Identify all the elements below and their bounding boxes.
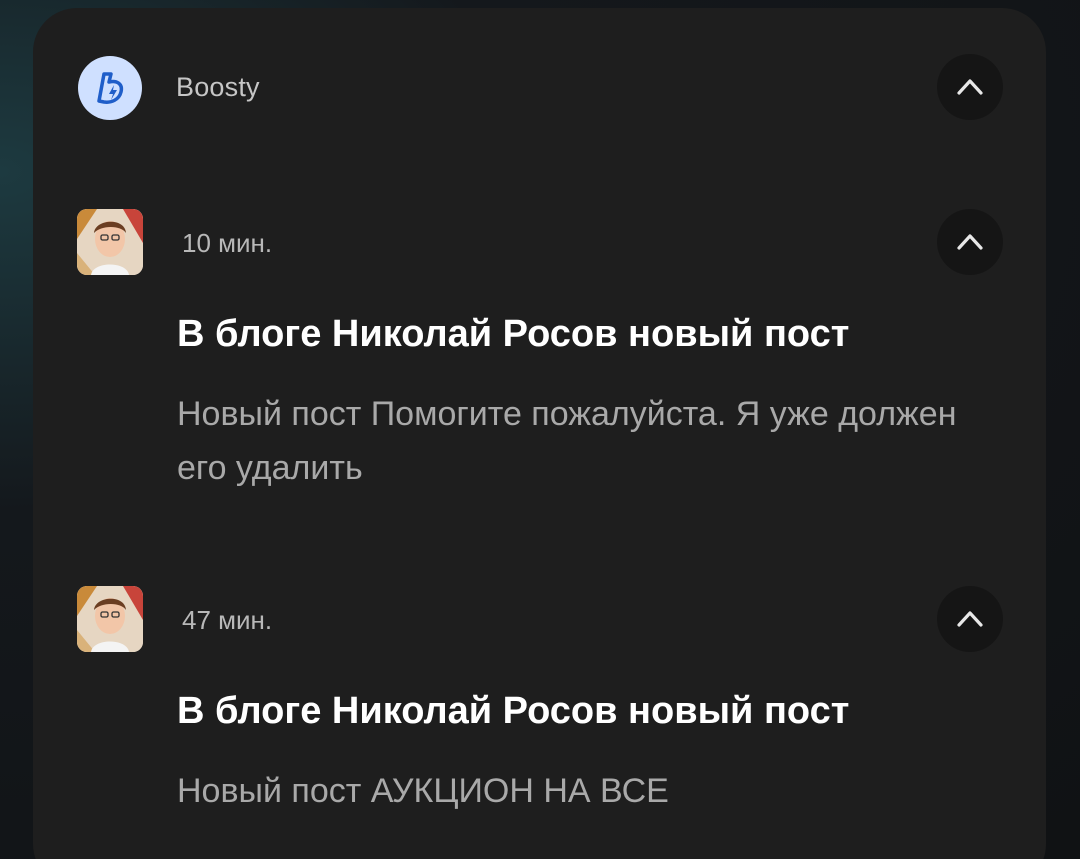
notification-body: Новый пост Помогите пожалуйста. Я уже до…: [177, 395, 957, 487]
app-header[interactable]: Boosty: [33, 8, 1046, 168]
collapse-group-button[interactable]: [937, 54, 1003, 120]
collapse-notification-button[interactable]: [937, 209, 1003, 275]
collapse-notification-button[interactable]: [937, 586, 1003, 652]
boosty-logo-glyph: [97, 72, 124, 104]
chevron-up-icon: [957, 234, 983, 250]
notification-body: Новый пост АУКЦИОН НА ВСЕ: [177, 772, 669, 810]
boosty-logo-icon: [78, 56, 142, 120]
app-name: Boosty: [176, 72, 260, 102]
author-avatar: [77, 586, 143, 652]
notification-title: В блоге Николай Росов новый пост: [177, 313, 850, 355]
notification-title: В блоге Николай Росов новый пост: [177, 690, 850, 732]
notification-time: 47 мин.: [182, 605, 273, 635]
author-avatar-image: [77, 209, 143, 275]
author-avatar: [77, 209, 143, 275]
chevron-up-icon: [957, 611, 983, 627]
notification-group-card[interactable]: Boosty 10 мин. В блоге Николай Росов нов…: [33, 8, 1046, 859]
notification-time: 10 мин.: [182, 228, 273, 258]
author-avatar-image: [77, 586, 143, 652]
chevron-up-icon: [957, 79, 983, 95]
